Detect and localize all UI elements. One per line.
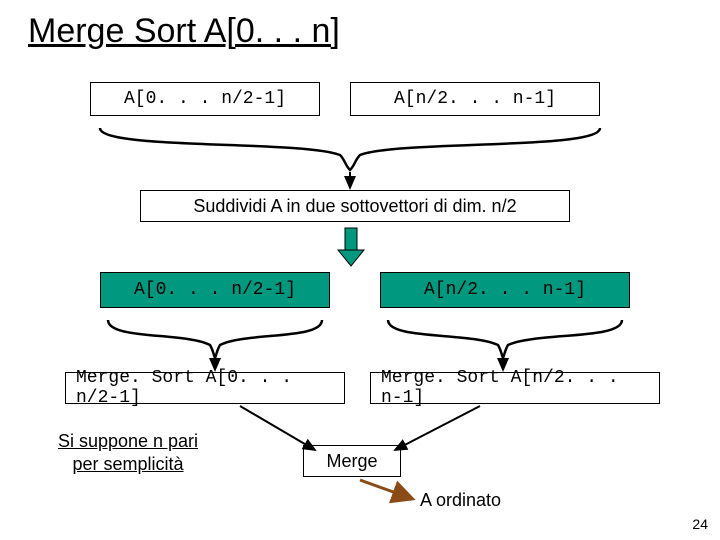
arrow-merge-to-result <box>360 480 410 498</box>
subarray-left: A[0. . . n/2-1] <box>100 272 330 308</box>
recursive-call-left: Merge. Sort A[0. . . n/2-1] <box>65 372 345 404</box>
page-number: 24 <box>692 516 708 532</box>
arrow-call-right-to-merge <box>395 406 480 450</box>
subarray-right: A[n/2. . . n-1] <box>380 272 630 308</box>
recursive-call-right: Merge. Sort A[n/2. . . n-1] <box>370 372 660 404</box>
merge-step-label: Merge <box>303 445 401 477</box>
brace-mid-left <box>108 320 322 358</box>
brace-mid-right <box>388 320 622 358</box>
block-arrow-icon <box>338 228 364 266</box>
brace-top <box>100 128 600 170</box>
array-right-top: A[n/2. . . n-1] <box>350 82 600 116</box>
result-label: A ordinato <box>420 490 501 511</box>
array-left-top: A[0. . . n/2-1] <box>90 82 320 116</box>
split-step-label: Suddividi A in due sottovettori di dim. … <box>140 190 570 222</box>
arrow-call-left-to-merge <box>240 406 315 450</box>
page-title: Merge Sort A[0. . . n] <box>28 12 340 51</box>
assumption-note: Si suppone n pariper semplicità <box>38 430 218 475</box>
